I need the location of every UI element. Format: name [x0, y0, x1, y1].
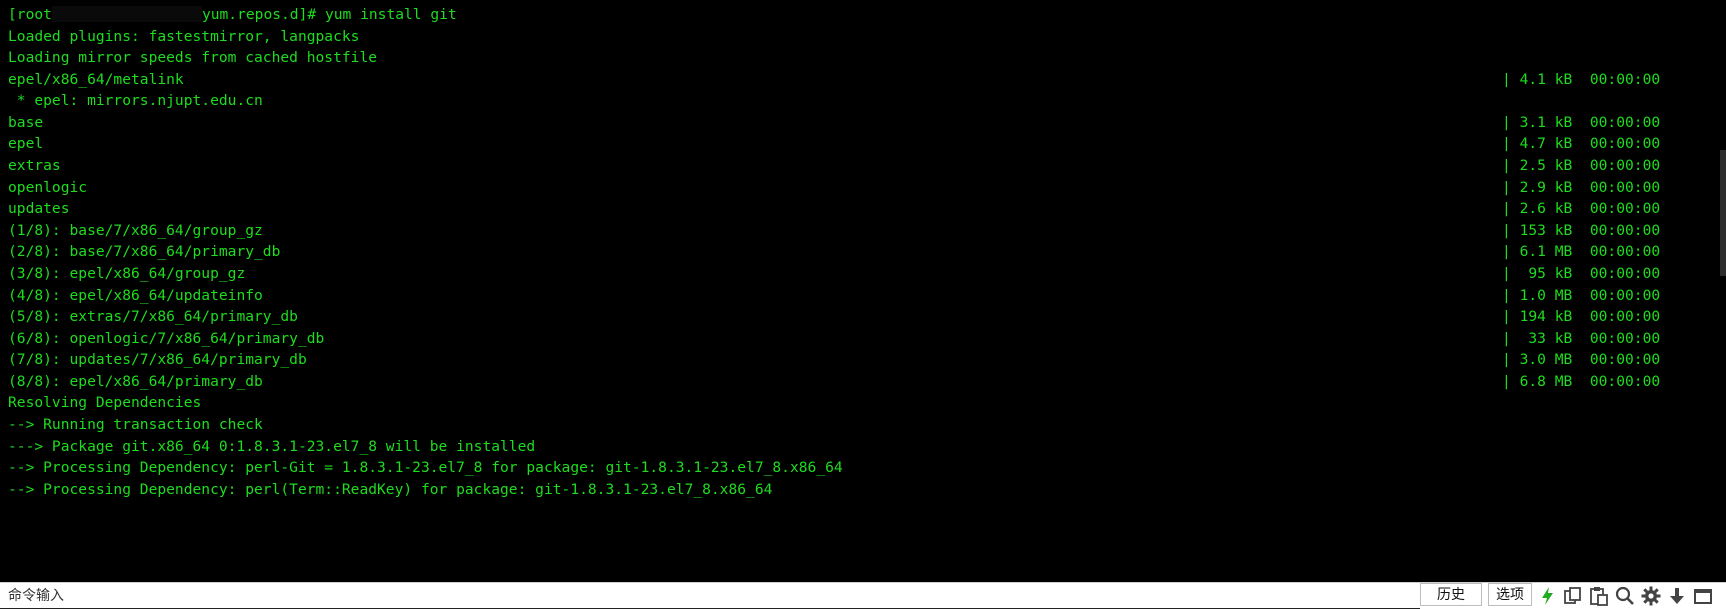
- search-icon[interactable]: [1614, 585, 1636, 607]
- terminal-line: * epel: mirrors.njupt.edu.cn: [8, 92, 263, 109]
- gear-icon[interactable]: [1640, 585, 1662, 607]
- terminal-line: Loading mirror speeds from cached hostfi…: [8, 49, 378, 66]
- download-icon[interactable]: [1666, 585, 1688, 607]
- download-meta: | 95 kB 00:00:00: [1502, 265, 1661, 282]
- redacted-hostname: [51, 6, 202, 22]
- terminal-line: --> Processing Dependency: perl(Term::Re…: [8, 481, 773, 498]
- download-meta: | 6.8 MB 00:00:00: [1502, 373, 1661, 390]
- options-button[interactable]: 选项: [1488, 583, 1532, 606]
- copy-icon[interactable]: [1562, 585, 1584, 607]
- terminal-line: [root yum.repos.d]# yum install git: [8, 3, 457, 27]
- terminal-line: --> Running transaction check: [8, 416, 263, 433]
- download-meta: | 3.0 MB 00:00:00: [1502, 351, 1661, 368]
- scrollbar-thumb[interactable]: [1720, 150, 1726, 276]
- terminal-line: Resolving Dependencies: [8, 394, 202, 411]
- command-input[interactable]: [8, 586, 1408, 606]
- download-meta: | 194 kB 00:00:00: [1502, 308, 1661, 325]
- paste-icon[interactable]: [1588, 585, 1610, 607]
- terminal-line: (7/8): updates/7/x86_64/primary_db: [8, 351, 307, 368]
- download-meta: | 2.5 kB 00:00:00: [1502, 157, 1661, 174]
- window-icon[interactable]: [1692, 585, 1714, 607]
- command-bar: 历史 选项: [0, 582, 1726, 609]
- terminal-line: updates: [8, 200, 70, 217]
- prompt-command: yum.repos.d]# yum install git: [201, 6, 457, 23]
- prompt-user: [root: [8, 6, 52, 23]
- terminal-line: epel: [8, 135, 44, 152]
- download-meta: | 2.6 kB 00:00:00: [1502, 200, 1661, 217]
- terminal-line: extras: [8, 157, 61, 174]
- history-button[interactable]: 历史: [1420, 583, 1482, 606]
- terminal-line: (3/8): epel/x86_64/group_gz: [8, 265, 246, 282]
- download-meta: | 6.1 MB 00:00:00: [1502, 243, 1661, 260]
- download-meta: | 4.7 kB 00:00:00: [1502, 135, 1661, 152]
- terminal-line: --> Processing Dependency: perl-Git = 1.…: [8, 459, 843, 476]
- terminal-line: (2/8): base/7/x86_64/primary_db: [8, 243, 281, 260]
- download-meta: | 4.1 kB 00:00:00: [1502, 71, 1661, 88]
- lightning-icon[interactable]: [1537, 585, 1559, 607]
- terminal-output[interactable]: [root yum.repos.d]# yum install git Loade…: [0, 0, 1726, 582]
- terminal-line: (5/8): extras/7/x86_64/primary_db: [8, 308, 298, 325]
